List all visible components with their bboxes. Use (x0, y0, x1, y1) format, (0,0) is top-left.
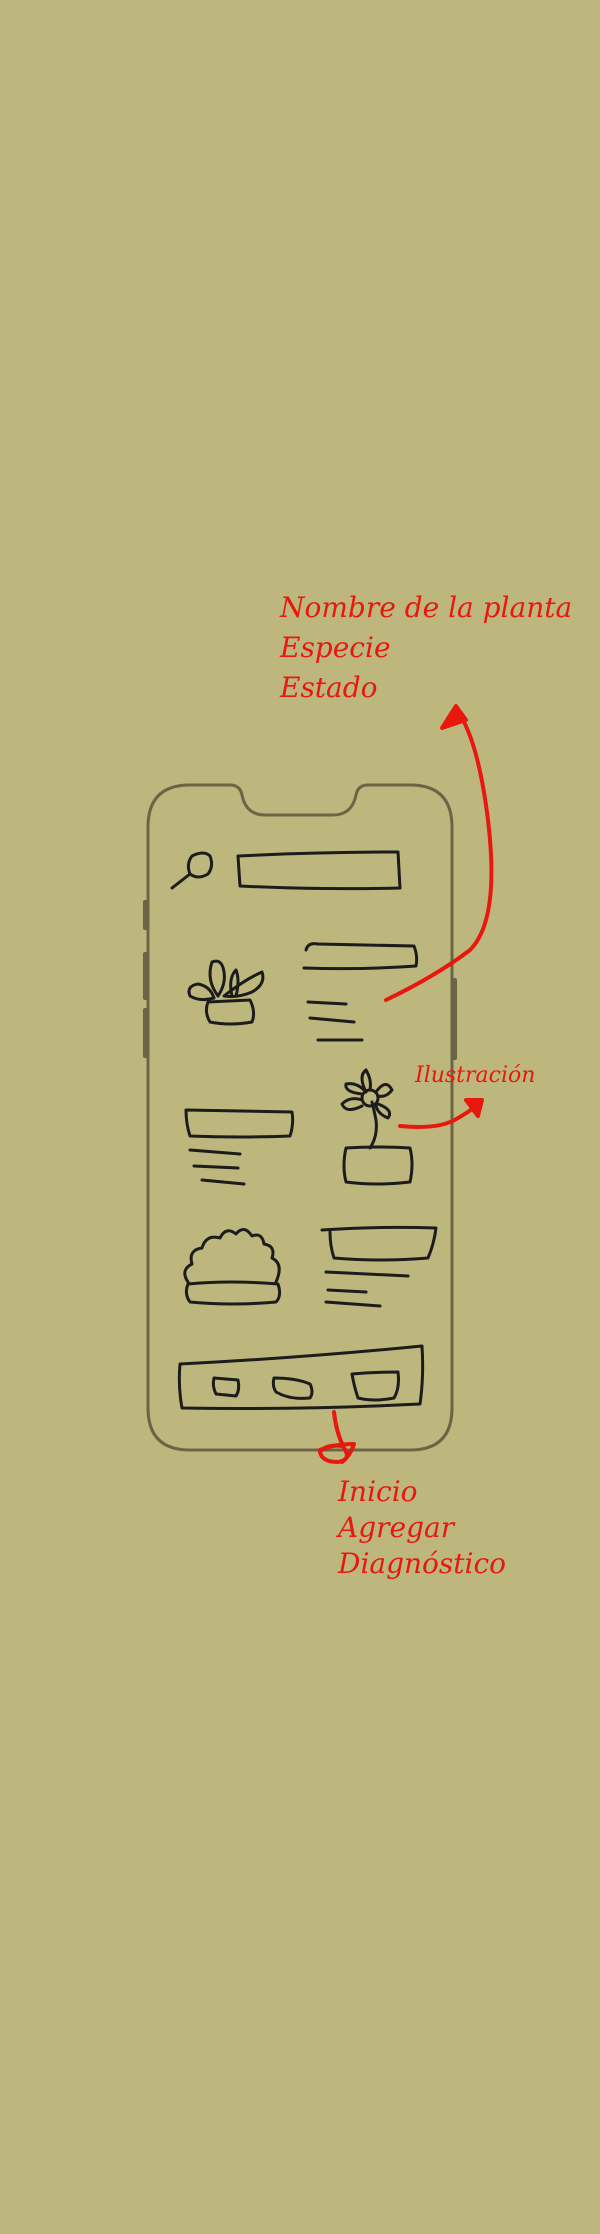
phone-side-buttons (143, 900, 457, 1060)
card-title-bar (302, 942, 419, 971)
nav-button-diagnostico[interactable] (350, 1370, 400, 1402)
annotation-nav-home: Inicio (338, 1475, 418, 1508)
potted-plant-icon (187, 959, 265, 1026)
wireframe-sketch (143, 704, 494, 1464)
annotation-illustration-label: Ilustración (415, 1063, 536, 1088)
card-title-bar (184, 1108, 295, 1139)
annotation-nav-items: Inicio Agregar Diagnóstico (338, 1474, 506, 1582)
arrow-to-nav-items (318, 1410, 356, 1464)
annotation-illustration: Ilustración (415, 1056, 535, 1096)
search-icon[interactable] (170, 851, 214, 890)
card-text-line (324, 1300, 382, 1308)
annotation-nav-add: Agregar (338, 1511, 455, 1544)
search-bar[interactable] (236, 850, 402, 891)
arrow-to-card-fields (384, 704, 494, 1002)
card-text-line (192, 1164, 240, 1170)
annotation-species: Especie (280, 631, 391, 664)
nav-button-inicio[interactable] (211, 1376, 241, 1398)
card-text-line (200, 1178, 246, 1186)
card-text-line (306, 1000, 348, 1006)
phone-frame (146, 783, 454, 1452)
card-text-line (308, 1016, 356, 1024)
annotation-card-fields: Nombre de la planta Especie Estado (280, 588, 572, 708)
bush-pot-icon (183, 1228, 282, 1306)
card-text-line (188, 1148, 242, 1156)
arrow-to-illustration (398, 1098, 484, 1129)
card-title-bar (320, 1225, 438, 1262)
card-text-line (326, 1288, 368, 1294)
card-text-line (324, 1270, 410, 1278)
annotation-nav-diagnosis: Diagnóstico (338, 1547, 507, 1580)
nav-button-agregar[interactable] (271, 1376, 314, 1400)
annotation-plant-name: Nombre de la planta (280, 591, 573, 624)
annotation-status: Estado (280, 671, 378, 704)
